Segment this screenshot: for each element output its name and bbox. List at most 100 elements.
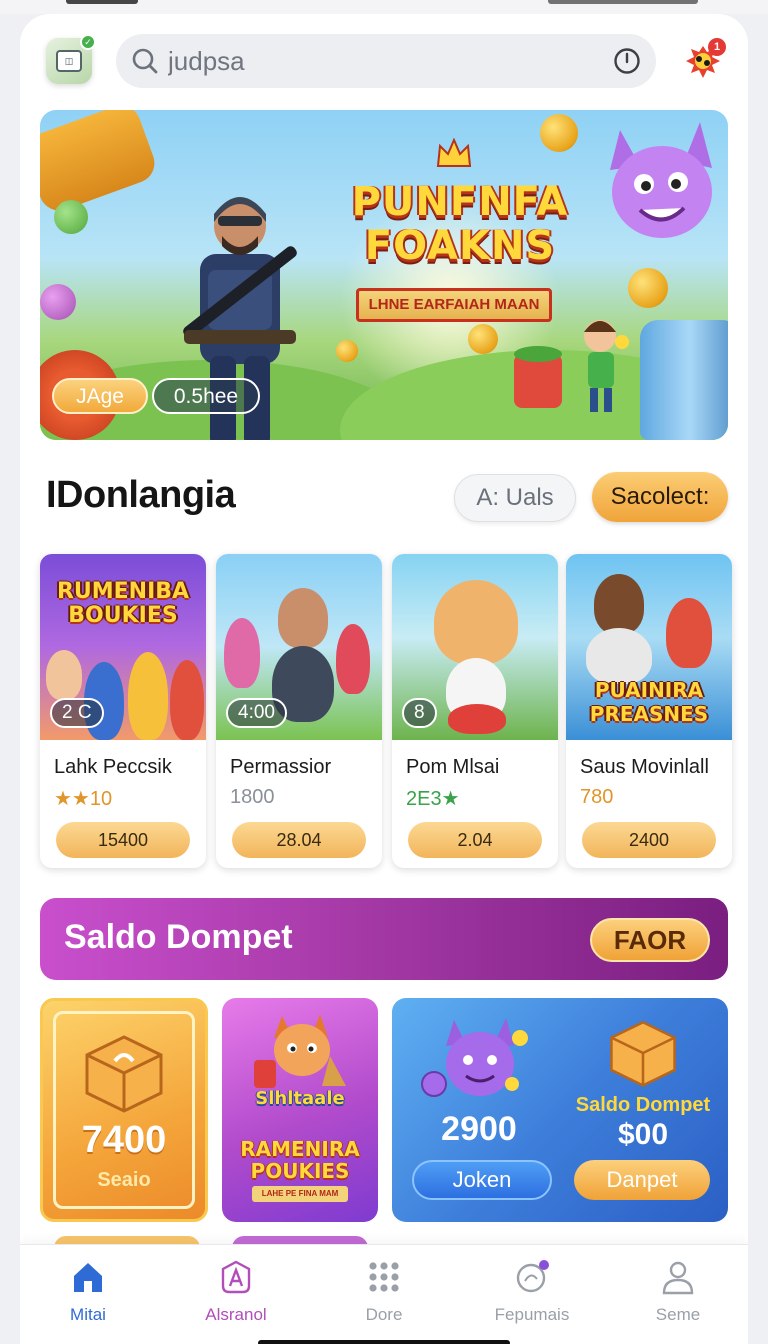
character-art (46, 650, 82, 700)
price-button[interactable]: 2400 (582, 822, 716, 858)
coin-art (336, 340, 358, 362)
coin-art (54, 200, 88, 234)
all-filter-button[interactable]: A: Uals (454, 474, 576, 522)
gift-box-icon (85, 1035, 163, 1113)
coin-art (540, 114, 578, 152)
status-bar (0, 0, 768, 14)
app-logo-icon[interactable]: ◫ ✓ (46, 34, 96, 84)
promo-ribbon: LAHE PE FINA MAM (252, 1186, 348, 1202)
hero-title-line2: FOAKNS (364, 223, 556, 269)
nav-home[interactable]: Mitai (28, 1259, 148, 1329)
game-badge: 2 C (50, 698, 104, 728)
price-button[interactable]: 15400 (56, 822, 190, 858)
game-name: Permassior (230, 756, 332, 778)
status-icons (548, 0, 698, 4)
game-card[interactable]: PUAINIRA PREASNES Saus Movinlall 780 240… (566, 554, 732, 868)
nav-alsranol[interactable]: Alsranol (176, 1259, 296, 1329)
coin-art (40, 284, 76, 320)
coin-art (628, 268, 668, 308)
character-art (666, 598, 712, 668)
hero-cup-art (640, 320, 728, 440)
nav-label: Seme (655, 1305, 701, 1324)
game-rating: 2E3★ (406, 788, 460, 810)
promo-subtitle: Slhltaale (255, 1088, 345, 1109)
shield-a-icon (221, 1260, 251, 1294)
character-art (128, 652, 168, 740)
character-art (170, 660, 204, 740)
gift-box-icon (610, 1020, 676, 1087)
character-art (594, 574, 644, 634)
dompet-button[interactable]: Danpet (574, 1160, 710, 1200)
history-clock-icon[interactable] (612, 46, 642, 76)
game-rating: ★★10 (54, 788, 113, 810)
nav-label: Dore (365, 1305, 403, 1324)
nav-label: Fepumais (494, 1305, 570, 1324)
promo-tile[interactable]: Slhltaale RAMENIRA POUKIES LAHE PE FINA … (222, 998, 378, 1222)
game-name: Saus Movinlall (580, 756, 709, 778)
status-time (66, 0, 138, 4)
game-card[interactable]: RUMENIBA BOUKIES 2 C Lahk Peccsik ★★10 1… (40, 554, 206, 868)
game-score: 780 (580, 786, 614, 808)
game-thumbnail: 4:00 (216, 554, 382, 740)
thumbnail-title: RUMENIBA BOUKIES (56, 579, 190, 628)
game-card[interactable]: 8 Pom Mlsai 2E3★ 2.04 (392, 554, 558, 868)
character-art (278, 588, 328, 648)
grid-icon (369, 1262, 399, 1292)
promo-character-art (254, 1014, 346, 1088)
select-button[interactable]: Sacolect: (592, 472, 728, 522)
search-bar[interactable] (116, 34, 656, 88)
character-art (586, 628, 652, 684)
character-art (448, 704, 506, 734)
wallet-title: Saldo Dompet (64, 918, 293, 956)
nav-dore[interactable]: Dore (324, 1259, 444, 1329)
section-title: IDonlangia (46, 474, 236, 516)
wallet-balance-tile[interactable]: 7400 Seaio (40, 998, 208, 1222)
game-badge: 8 (402, 698, 437, 728)
logo-status-dot: ✓ (80, 34, 96, 50)
dompet-amount: $00 (617, 1118, 669, 1151)
token-button[interactable]: Joken (412, 1160, 552, 1200)
app-screen: ◫ ✓ 1 (20, 14, 748, 1344)
hero-age-chip[interactable]: JAge (52, 378, 148, 414)
purple-cat-art (421, 1018, 528, 1097)
game-thumbnail: 8 (392, 554, 558, 740)
game-badge: 4:00 (226, 698, 287, 728)
hero-cat-art (610, 122, 712, 238)
game-card-list: RUMENIBA BOUKIES 2 C Lahk Peccsik ★★10 1… (40, 554, 732, 870)
wallet-badge-button[interactable]: FAOR (590, 918, 710, 962)
character-art (224, 618, 260, 688)
game-thumbnail: PUAINIRA PREASNES (566, 554, 732, 740)
notification-badge: 1 (708, 38, 726, 56)
chat-icon (516, 1260, 549, 1293)
hero-banner[interactable]: PUNFNFA FOAKNS LHNE EARFAIAH MAAN JAge 0… (40, 110, 728, 440)
game-name: Pom Mlsai (406, 756, 500, 778)
search-input[interactable] (168, 44, 588, 78)
game-score: 1800 (230, 786, 275, 808)
home-icon (74, 1263, 102, 1292)
notification-icon[interactable]: 1 (680, 38, 726, 84)
hero-title: PUNFNFA FOAKNS (330, 180, 590, 268)
price-button[interactable]: 28.04 (232, 822, 366, 858)
wallet-balance-label: Seaio (97, 1169, 151, 1191)
crown-icon (436, 138, 472, 167)
bottom-nav: Mitai Alsranol Dore Fepumais Seme (20, 1244, 748, 1344)
game-card[interactable]: 4:00 Permassior 1800 28.04 (216, 554, 382, 868)
hero-kid-art (514, 320, 629, 412)
wallet-banner[interactable]: Saldo Dompet FAOR (40, 898, 728, 980)
dompet-tile[interactable]: 2900 Joken Saldo Dompet $00 Danpet (392, 998, 728, 1222)
search-icon (132, 48, 158, 74)
user-icon (662, 1261, 694, 1295)
nav-fepumais[interactable]: Fepumais (472, 1259, 592, 1329)
price-button[interactable]: 2.04 (408, 822, 542, 858)
promo-title: RAMENIRA POUKIES (240, 1137, 360, 1183)
home-indicator (258, 1340, 510, 1344)
nav-label: Alsranol (205, 1305, 267, 1324)
game-thumbnail: RUMENIBA BOUKIES 2 C (40, 554, 206, 740)
top-bar: ◫ ✓ 1 (20, 14, 748, 106)
coin-art (468, 324, 498, 354)
hero-time-chip[interactable]: 0.5hee (152, 378, 260, 414)
hero-barrel-art (40, 110, 161, 217)
nav-label: Mitai (70, 1305, 106, 1324)
nav-seme[interactable]: Seme (618, 1259, 738, 1329)
game-name: Lahk Peccsik (54, 756, 172, 778)
